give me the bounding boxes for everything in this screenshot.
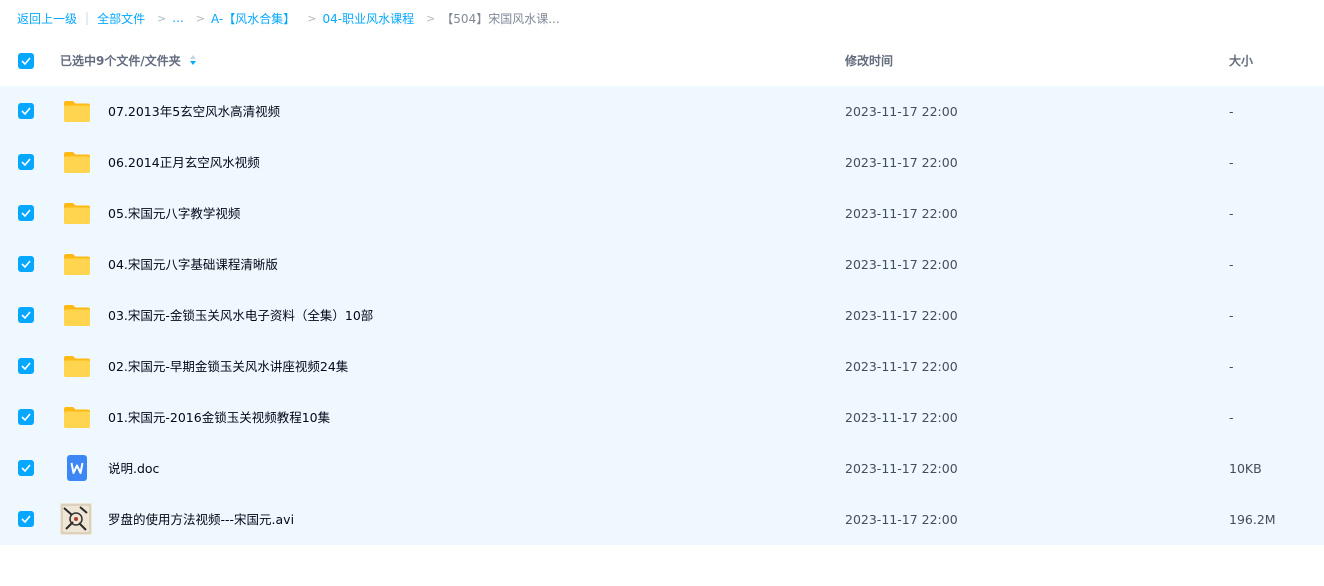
file-list: 07.2013年5玄空风水高清视频 2023-11-17 22:00 - 06.… xyxy=(0,86,1324,545)
word-doc-icon xyxy=(67,455,87,481)
chevron-right-icon: > xyxy=(195,11,205,25)
file-row[interactable]: 说明.doc 2023-11-17 22:00 10KB xyxy=(0,443,1324,494)
back-link[interactable]: 返回上一级 xyxy=(17,10,77,27)
row-checkbox[interactable] xyxy=(18,460,34,476)
selection-count-text: 已选中9个文件/文件夹 xyxy=(60,54,181,68)
file-row[interactable]: 06.2014正月玄空风水视频 2023-11-17 22:00 - xyxy=(0,137,1324,188)
file-row[interactable]: 04.宋国元八字基础课程清晰版 2023-11-17 22:00 - xyxy=(0,239,1324,290)
video-thumbnail-icon xyxy=(60,503,92,535)
breadcrumb-item-fengshui-course[interactable]: 04-职业风水课程 xyxy=(322,10,414,27)
file-modified-time: 2023-11-17 22:00 xyxy=(845,257,958,272)
file-modified-time: 2023-11-17 22:00 xyxy=(845,206,958,221)
modified-time-header[interactable]: 修改时间 xyxy=(845,36,893,86)
row-checkbox[interactable] xyxy=(18,409,34,425)
file-size: - xyxy=(1229,206,1234,221)
file-list-header: 已选中9个文件/文件夹 修改时间 大小 xyxy=(0,36,1324,86)
file-name[interactable]: 说明.doc xyxy=(108,443,159,494)
check-icon xyxy=(21,362,31,370)
row-checkbox[interactable] xyxy=(18,154,34,170)
folder-icon xyxy=(64,101,90,122)
folder-icon xyxy=(64,254,90,275)
breadcrumb-divider: | xyxy=(85,11,90,25)
row-checkbox[interactable] xyxy=(18,256,34,272)
file-size: - xyxy=(1229,308,1234,323)
file-modified-time: 2023-11-17 22:00 xyxy=(845,359,958,374)
file-size: - xyxy=(1229,155,1234,170)
file-modified-time: 2023-11-17 22:00 xyxy=(845,155,958,170)
row-checkbox[interactable] xyxy=(18,307,34,323)
folder-icon xyxy=(64,203,90,224)
file-size: 10KB xyxy=(1229,461,1262,476)
file-name[interactable]: 05.宋国元八字教学视频 xyxy=(108,188,240,239)
file-name[interactable]: 04.宋国元八字基础课程清晰版 xyxy=(108,239,278,290)
select-all-checkbox[interactable] xyxy=(18,53,34,69)
row-checkbox[interactable] xyxy=(18,103,34,119)
check-icon xyxy=(21,209,31,217)
chevron-right-icon: > xyxy=(157,11,167,25)
file-modified-time: 2023-11-17 22:00 xyxy=(845,461,958,476)
check-icon xyxy=(21,515,31,523)
file-name[interactable]: 01.宋国元-2016金锁玉关视频教程10集 xyxy=(108,392,330,443)
check-icon xyxy=(21,413,31,421)
row-checkbox[interactable] xyxy=(18,205,34,221)
chevron-right-icon: > xyxy=(426,11,436,25)
file-modified-time: 2023-11-17 22:00 xyxy=(845,308,958,323)
file-name[interactable]: 03.宋国元-金锁玉关风水电子资料（全集）10部 xyxy=(108,290,373,341)
chevron-right-icon: > xyxy=(307,11,317,25)
folder-icon xyxy=(64,407,90,428)
file-size: - xyxy=(1229,359,1234,374)
file-size: - xyxy=(1229,410,1234,425)
file-size: - xyxy=(1229,104,1234,119)
folder-icon xyxy=(64,152,90,173)
file-row[interactable]: 03.宋国元-金锁玉关风水电子资料（全集）10部 2023-11-17 22:0… xyxy=(0,290,1324,341)
check-icon xyxy=(21,158,31,166)
row-checkbox[interactable] xyxy=(18,511,34,527)
breadcrumb-current: 【504】宋国风水课... xyxy=(441,11,560,26)
breadcrumb: 返回上一级 | 全部文件 > ... > A-【风水合集】 > 04-职业风水课… xyxy=(0,0,1324,36)
row-checkbox[interactable] xyxy=(18,358,34,374)
breadcrumb-ellipsis[interactable]: ... xyxy=(172,11,183,25)
size-header[interactable]: 大小 xyxy=(1229,36,1253,86)
file-name[interactable]: 06.2014正月玄空风水视频 xyxy=(108,137,260,188)
file-row[interactable]: 05.宋国元八字教学视频 2023-11-17 22:00 - xyxy=(0,188,1324,239)
check-icon xyxy=(21,260,31,268)
file-row[interactable]: 罗盘的使用方法视频---宋国元.avi 2023-11-17 22:00 196… xyxy=(0,494,1324,545)
file-name[interactable]: 罗盘的使用方法视频---宋国元.avi xyxy=(108,494,294,545)
file-name[interactable]: 07.2013年5玄空风水高清视频 xyxy=(108,86,280,137)
check-icon xyxy=(21,311,31,319)
check-icon xyxy=(21,464,31,472)
check-icon xyxy=(21,57,31,65)
sort-icon[interactable] xyxy=(189,37,197,87)
folder-icon xyxy=(64,305,90,326)
folder-icon xyxy=(64,356,90,377)
check-icon xyxy=(21,107,31,115)
file-modified-time: 2023-11-17 22:00 xyxy=(845,104,958,119)
file-row[interactable]: 02.宋国元-早期金锁玉关风水讲座视频24集 2023-11-17 22:00 … xyxy=(0,341,1324,392)
file-row[interactable]: 01.宋国元-2016金锁玉关视频教程10集 2023-11-17 22:00 … xyxy=(0,392,1324,443)
breadcrumb-item-fengshui-collection[interactable]: A-【风水合集】 xyxy=(211,10,295,27)
file-name[interactable]: 02.宋国元-早期金锁玉关风水讲座视频24集 xyxy=(108,341,348,392)
file-row[interactable]: 07.2013年5玄空风水高清视频 2023-11-17 22:00 - xyxy=(0,86,1324,137)
selection-count-label[interactable]: 已选中9个文件/文件夹 xyxy=(60,36,197,86)
file-size: - xyxy=(1229,257,1234,272)
file-modified-time: 2023-11-17 22:00 xyxy=(845,512,958,527)
file-size: 196.2M xyxy=(1229,512,1276,527)
file-modified-time: 2023-11-17 22:00 xyxy=(845,410,958,425)
all-files-link[interactable]: 全部文件 xyxy=(97,10,145,27)
